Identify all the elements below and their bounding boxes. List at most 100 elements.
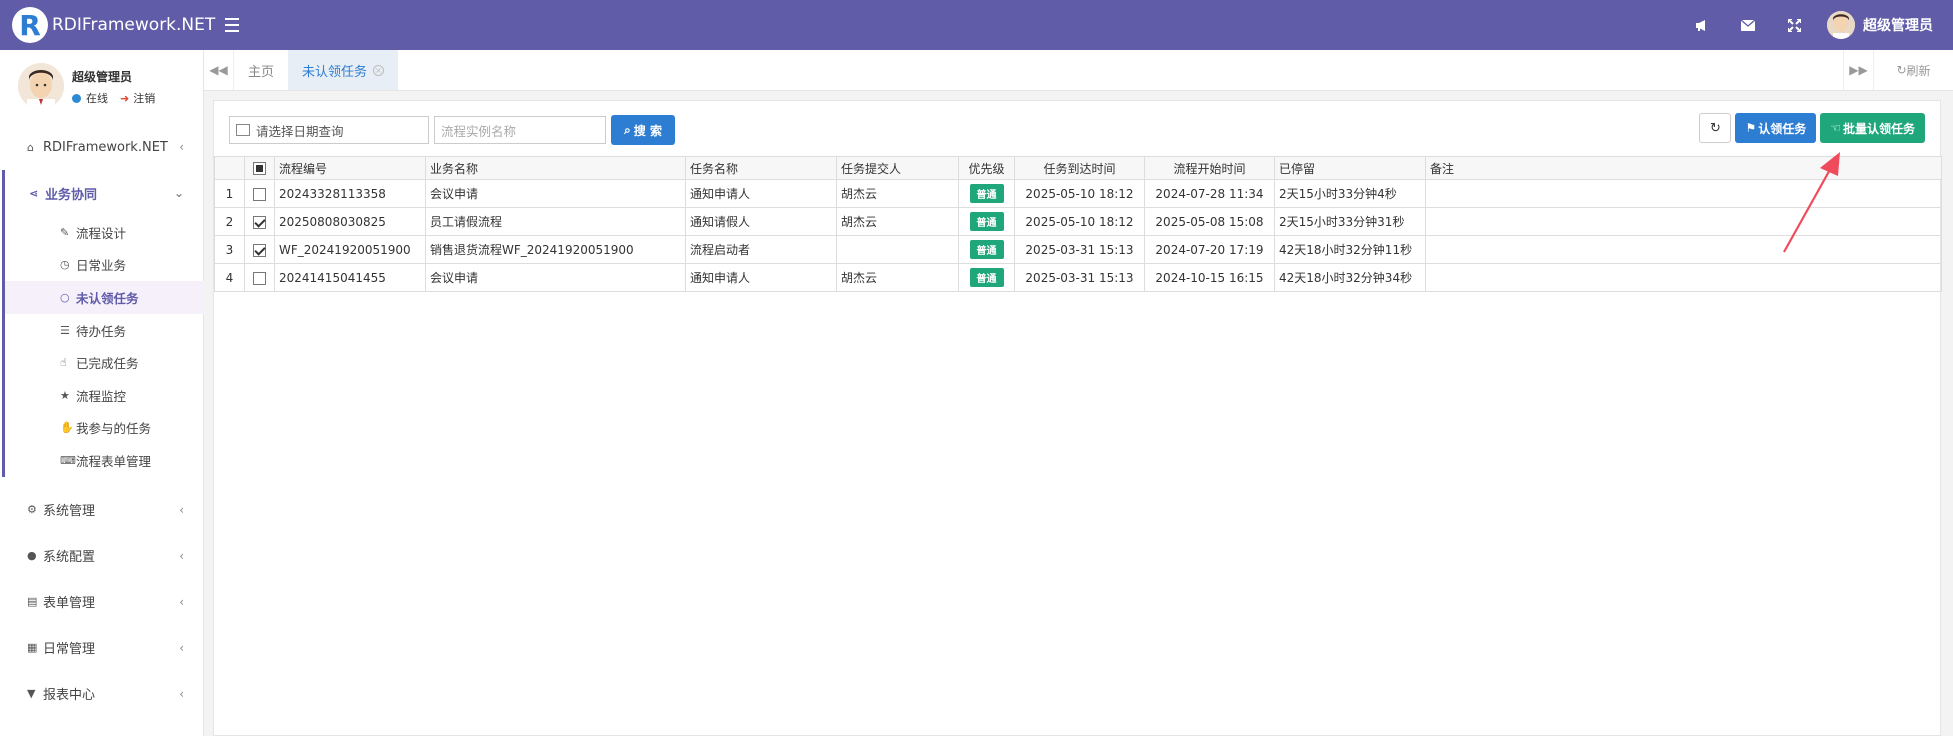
claim-task-button[interactable]: ⚑ 认领任务 xyxy=(1735,113,1817,143)
cell-start-time: 2024-07-28 11:34 xyxy=(1144,179,1275,208)
sidebar-menu: ⌂ RDIFramework.NET ‹ ⋖ 业务协同 ⌄ ✎ 流程设计 ◷ 日… xyxy=(0,124,204,717)
sidebar-item-my-tasks[interactable]: ✋ 我参与的任务 xyxy=(5,412,204,445)
sidebar-item-process-monitor[interactable]: ★ 流程监控 xyxy=(5,379,204,412)
action-toolbar: ↻ ⚑ 认领任务 ☜ 批量认领任务 xyxy=(1699,113,1925,143)
sidebar-item-daily-business[interactable]: ◷ 日常业务 xyxy=(5,249,204,282)
chevron-left-icon: ‹ xyxy=(179,502,184,517)
tab-scroll-left-button[interactable]: ◀◀ xyxy=(204,50,234,90)
cell-remark xyxy=(1425,263,1942,292)
cell-stay: 42天18小时32分钟34秒 xyxy=(1274,263,1426,292)
refresh-button[interactable]: ↻ xyxy=(1699,113,1732,143)
column-header[interactable]: 流程开始时间 xyxy=(1144,156,1275,180)
sidebar-item-process-forms[interactable]: ⌨ 流程表单管理 xyxy=(5,444,204,477)
logo-icon: R xyxy=(12,7,48,43)
priority-badge: 普通 xyxy=(969,240,1004,259)
priority-badge: 普通 xyxy=(969,212,1004,231)
form-icon: ▤ xyxy=(27,595,38,609)
batch-claim-label: 批量认领任务 xyxy=(1842,121,1915,136)
search-button[interactable]: ⌕ 搜 索 xyxy=(611,115,675,145)
chevron-left-icon: ‹ xyxy=(179,548,184,563)
tab-bar: ◀◀ 主页 未认领任务 × ▶▶ ↻ 刷新 xyxy=(204,50,1953,91)
cell-submitter: 胡杰云 xyxy=(836,179,959,208)
gears-icon: ⚙ xyxy=(27,503,37,517)
sidebar-item-system-config[interactable]: ● 系统配置 ‹ xyxy=(0,533,204,579)
cell-submitter: 胡杰云 xyxy=(836,263,959,292)
column-header[interactable]: 流程编号 xyxy=(274,156,426,180)
column-header[interactable]: 业务名称 xyxy=(425,156,686,180)
fullscreen-icon[interactable] xyxy=(1771,0,1817,50)
sidebar-item-label: 日常业务 xyxy=(76,258,127,274)
sidebar: 超级管理员 在线 ➜ 注销 ⌂ RDIFramework.NET ‹ ⋖ 业务协… xyxy=(0,50,204,736)
date-query-input[interactable]: 请选择日期查询 xyxy=(229,116,429,144)
cell-submitter: 胡杰云 xyxy=(836,207,959,236)
cell-start-time: 2024-07-20 17:19 xyxy=(1144,235,1275,264)
process-name-placeholder: 流程实例名称 xyxy=(441,123,517,139)
row-checkbox[interactable] xyxy=(244,207,275,236)
row-checkbox[interactable] xyxy=(244,263,275,292)
cell-code: 20250808030825 xyxy=(274,207,426,236)
column-header[interactable]: 备注 xyxy=(1425,156,1942,180)
sidebar-item-process-design[interactable]: ✎ 流程设计 xyxy=(5,216,204,249)
row-checkbox[interactable] xyxy=(244,179,275,208)
app-logo[interactable]: R RDIFramework.NET xyxy=(12,7,215,43)
user-status: 在线 ➜ 注销 xyxy=(72,90,155,106)
table-row[interactable]: 2 20250808030825 员工请假流程 通知请假人 胡杰云 普通 202… xyxy=(214,207,1942,236)
row-checkbox[interactable] xyxy=(244,235,275,264)
chevron-down-icon: ⌄ xyxy=(173,186,184,200)
tab-scroll-right-button[interactable]: ▶▶ xyxy=(1843,50,1873,90)
sidebar-item-system-management[interactable]: ⚙ 系统管理 ‹ xyxy=(0,487,204,533)
top-header: R RDIFramework.NET 超级管理员 xyxy=(0,0,1953,50)
column-header[interactable]: 任务名称 xyxy=(685,156,837,180)
sidebar-item-form-management[interactable]: ▤ 表单管理 ‹ xyxy=(0,579,204,625)
sidebar-item-business[interactable]: ⋖ 业务协同 ⌄ xyxy=(2,170,204,216)
hand-icon: ☝ xyxy=(60,356,67,370)
cell-task: 通知申请人 xyxy=(685,179,837,208)
sidebar-item-completed-tasks[interactable]: ☝ 已完成任务 xyxy=(5,346,204,379)
sidebar-item-report-center[interactable]: ▼ 报表中心 ‹ xyxy=(0,671,204,717)
chevron-left-icon: ‹ xyxy=(179,594,184,609)
tab-unclaimed-tasks[interactable]: 未认领任务 × xyxy=(288,50,399,90)
cell-business: 员工请假流程 xyxy=(425,207,686,236)
tab-home[interactable]: 主页 xyxy=(234,50,288,90)
cell-code: WF_20241920051900 xyxy=(274,235,426,264)
sidebar-item-label: 待办任务 xyxy=(76,323,127,339)
table-row[interactable]: 4 20241415041455 会议申请 通知申请人 胡杰云 普通 2025-… xyxy=(214,263,1942,292)
sidebar-toggle-button[interactable] xyxy=(225,15,247,35)
logout-link[interactable]: 注销 xyxy=(133,90,155,106)
tab-label: 未认领任务 xyxy=(302,64,368,80)
sidebar-item-label: 我参与的任务 xyxy=(76,421,152,437)
batch-claim-button[interactable]: ☜ 批量认领任务 xyxy=(1820,113,1925,143)
select-all-checkbox[interactable] xyxy=(244,156,275,180)
sidebar-item-daily-management[interactable]: ▦ 日常管理 ‹ xyxy=(0,625,204,671)
cell-business: 会议申请 xyxy=(425,263,686,292)
tab-refresh-button[interactable]: ↻ 刷新 xyxy=(1873,50,1953,90)
table-row[interactable]: 1 20243328113358 会议申请 通知申请人 胡杰云 普通 2025-… xyxy=(214,179,1942,208)
column-header[interactable]: 优先级 xyxy=(958,156,1015,180)
sidebar-item-todo-tasks[interactable]: ☰ 待办任务 xyxy=(5,314,204,347)
sidebar-item-rdiframework[interactable]: ⌂ RDIFramework.NET ‹ xyxy=(0,124,204,170)
logout-icon[interactable]: ➜ xyxy=(120,92,129,105)
header-user-menu[interactable]: 超级管理员 xyxy=(1817,0,1953,50)
column-header[interactable]: 任务到达时间 xyxy=(1014,156,1145,180)
column-header[interactable]: 任务提交人 xyxy=(836,156,959,180)
sidebar-item-unclaimed-tasks[interactable]: ○ 未认领任务 xyxy=(5,281,204,314)
circle-o-icon: ○ xyxy=(60,290,70,304)
sidebar-item-label: 日常管理 xyxy=(43,642,96,658)
flag-icon: ⚑ xyxy=(1745,121,1757,135)
cell-business: 销售退货流程WF_20241920051900 xyxy=(425,235,686,264)
filter-icon: ▼ xyxy=(27,687,36,701)
avatar xyxy=(18,63,64,109)
checkbox-icon xyxy=(253,187,266,201)
sidebar-item-label: 业务协同 xyxy=(45,187,98,203)
process-name-input[interactable]: 流程实例名称 xyxy=(434,116,606,144)
table-row[interactable]: 3 WF_20241920051900 销售退货流程WF_20241920051… xyxy=(214,235,1942,264)
bullhorn-icon[interactable] xyxy=(1679,0,1725,50)
envelope-icon[interactable] xyxy=(1725,0,1771,50)
search-icon: ⌕ xyxy=(624,122,631,137)
close-icon[interactable]: × xyxy=(373,64,385,76)
sidebar-item-label: 系统管理 xyxy=(43,504,96,520)
cell-priority: 普通 xyxy=(958,179,1015,208)
cell-priority: 普通 xyxy=(958,207,1015,236)
column-header[interactable]: 已停留 xyxy=(1274,156,1426,180)
checkbox-icon xyxy=(253,243,266,257)
